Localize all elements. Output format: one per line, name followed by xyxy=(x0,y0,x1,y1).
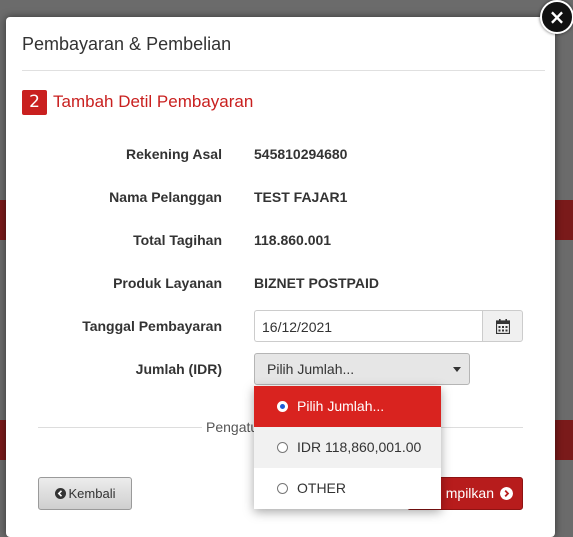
source-account-label: Rekening Asal xyxy=(126,146,222,162)
radio-icon xyxy=(277,483,288,494)
back-button-label: Kembali xyxy=(68,486,116,501)
show-button-label: mpilkan xyxy=(445,485,494,501)
calendar-icon xyxy=(496,319,510,334)
payment-date-label: Tanggal Pembayaran xyxy=(82,318,222,334)
amount-select-value: Pilih Jumlah... xyxy=(267,361,355,377)
total-bill-value: 118.860.001 xyxy=(254,232,332,248)
service-product-label: Produk Layanan xyxy=(113,275,222,291)
caret-down-icon xyxy=(453,367,461,372)
customer-name-label: Nama Pelanggan xyxy=(109,189,222,205)
option-label: OTHER xyxy=(297,480,346,496)
total-bill-label: Total Tagihan xyxy=(133,232,222,248)
dropdown-option[interactable]: OTHER xyxy=(254,468,441,509)
chevron-right-circle-icon xyxy=(500,487,513,500)
date-picker-button[interactable] xyxy=(482,310,523,342)
backdrop-strip xyxy=(555,200,573,240)
back-button[interactable]: Kembali xyxy=(38,477,132,510)
payment-date-input[interactable]: 16/12/2021 xyxy=(254,310,482,342)
divider xyxy=(22,70,545,71)
dropdown-option[interactable]: Pilih Jumlah... xyxy=(254,386,441,427)
source-account-value: 545810294680 xyxy=(254,146,348,162)
chevron-left-circle-icon xyxy=(54,488,66,499)
backdrop-strip xyxy=(555,420,573,460)
step-badge: 2 xyxy=(22,90,47,115)
dropdown-option[interactable]: IDR 118,860,001.00 xyxy=(254,427,441,468)
amount-dropdown-menu: Pilih Jumlah... IDR 118,860,001.00 OTHER xyxy=(254,386,441,509)
service-product-value: BIZNET POSTPAID xyxy=(254,275,379,291)
radio-selected-icon xyxy=(277,401,288,412)
amount-select[interactable]: Pilih Jumlah... xyxy=(254,353,470,385)
amount-label: Jumlah (IDR) xyxy=(135,361,222,377)
modal-title: Pembayaran & Pembelian xyxy=(22,34,232,54)
close-icon[interactable]: × xyxy=(540,0,573,34)
radio-icon xyxy=(277,442,288,453)
step-title: Tambah Detil Pembayaran xyxy=(53,92,254,111)
option-label: Pilih Jumlah... xyxy=(297,398,385,414)
option-label: IDR 118,860,001.00 xyxy=(297,439,422,455)
customer-name-value: TEST FAJAR1 xyxy=(254,189,348,205)
